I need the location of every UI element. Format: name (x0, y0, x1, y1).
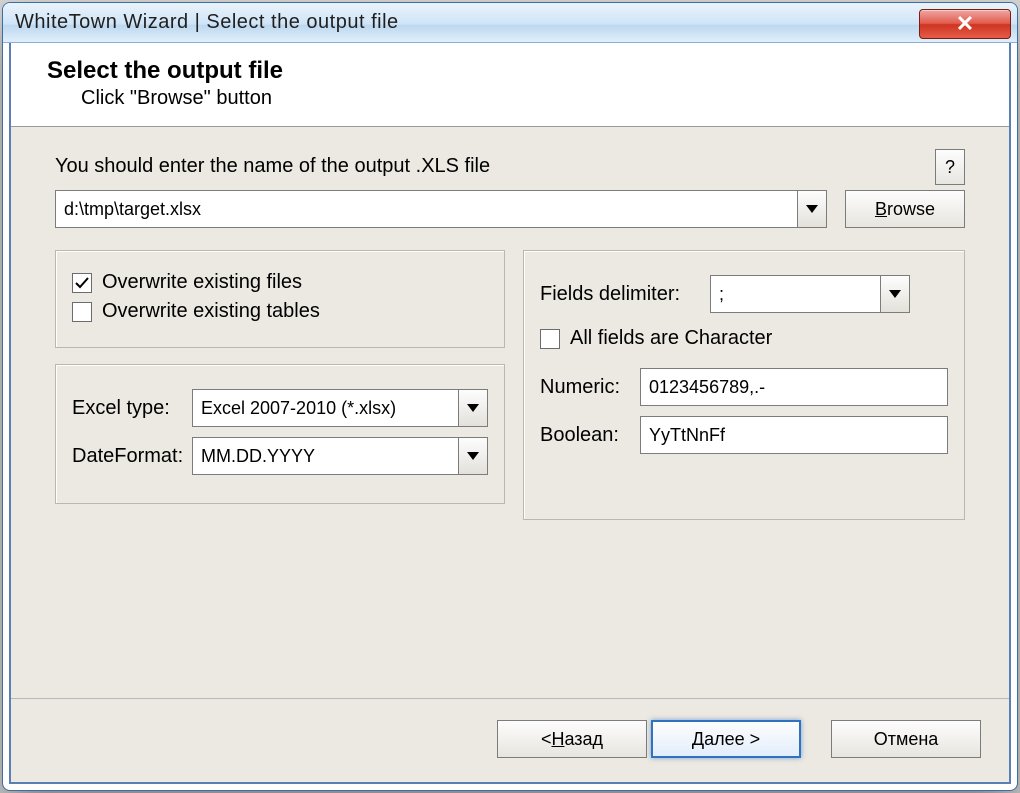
overwrite-files-label: Overwrite existing files (102, 271, 302, 294)
chevron-down-icon (806, 205, 818, 213)
chevron-down-icon (467, 404, 479, 412)
output-path-input[interactable] (55, 190, 797, 228)
delimiter-row: Fields delimiter: ; (540, 275, 948, 313)
all-char-label: All fields are Character (570, 327, 772, 350)
date-format-dropdown[interactable]: MM.DD.YYYY (192, 437, 488, 475)
delimiter-caret[interactable] (880, 275, 910, 313)
overwrite-tables-label: Overwrite existing tables (102, 300, 320, 323)
overwrite-tables-checkbox[interactable] (72, 302, 92, 322)
boolean-row: Boolean: (540, 416, 948, 454)
browse-button[interactable]: Browse (845, 190, 965, 228)
page-heading: Select the output file (47, 57, 981, 85)
overwrite-files-row: Overwrite existing files (72, 271, 488, 294)
wizard-inner: Select the output file Click "Browse" bu… (9, 43, 1011, 784)
excel-type-value: Excel 2007-2010 (*.xlsx) (192, 389, 458, 427)
output-path-dropdown[interactable] (797, 190, 827, 228)
cancel-button[interactable]: Отмена (831, 720, 981, 758)
overwrite-tables-row: Overwrite existing tables (72, 300, 488, 323)
all-char-checkbox[interactable] (540, 329, 560, 349)
titlebar: WhiteTown Wizard | Select the output fil… (3, 3, 1017, 43)
format-group: Excel type: Excel 2007-2010 (*.xlsx) Dat… (55, 364, 505, 504)
fields-group: Fields delimiter: ; (523, 250, 965, 520)
wizard-header: Select the output file Click "Browse" bu… (11, 43, 1009, 127)
close-button[interactable]: ✕ (919, 9, 1011, 39)
date-format-label: DateFormat: (72, 445, 182, 468)
boolean-input[interactable] (640, 416, 948, 454)
overwrite-group: Overwrite existing files Overwrite exist… (55, 250, 505, 348)
left-column: Overwrite existing files Overwrite exist… (55, 250, 505, 520)
boolean-label: Boolean: (540, 424, 630, 447)
numeric-input[interactable] (640, 368, 948, 406)
help-button[interactable]: ? (935, 149, 965, 185)
excel-type-dropdown[interactable]: Excel 2007-2010 (*.xlsx) (192, 389, 488, 427)
options-columns: Overwrite existing files Overwrite exist… (55, 250, 965, 520)
chevron-down-icon (467, 452, 479, 460)
excel-type-label: Excel type: (72, 397, 182, 420)
overwrite-files-checkbox[interactable] (72, 273, 92, 293)
date-format-caret[interactable] (458, 437, 488, 475)
help-icon: ? (945, 157, 955, 178)
delimiter-value: ; (710, 275, 880, 313)
date-format-value: MM.DD.YYYY (192, 437, 458, 475)
output-path-combo (55, 190, 827, 228)
all-char-row: All fields are Character (540, 327, 948, 350)
page-subtitle: Click "Browse" button (81, 87, 981, 110)
delimiter-label: Fields delimiter: (540, 283, 700, 306)
excel-type-row: Excel type: Excel 2007-2010 (*.xlsx) (72, 389, 488, 427)
numeric-label: Numeric: (540, 376, 630, 399)
output-path-row: Browse (55, 190, 965, 228)
next-button[interactable]: Далее > (651, 720, 801, 758)
chevron-down-icon (889, 290, 901, 298)
excel-type-caret[interactable] (458, 389, 488, 427)
right-column: Fields delimiter: ; (523, 250, 965, 520)
window-title: WhiteTown Wizard | Select the output fil… (15, 11, 399, 34)
prompt-text: You should enter the name of the output … (55, 155, 965, 178)
wizard-window: WhiteTown Wizard | Select the output fil… (2, 2, 1018, 791)
wizard-body: You should enter the name of the output … (11, 127, 1009, 698)
back-button[interactable]: < Назад (497, 720, 647, 758)
close-icon: ✕ (956, 13, 974, 35)
numeric-row: Numeric: (540, 368, 948, 406)
date-format-row: DateFormat: MM.DD.YYYY (72, 437, 488, 475)
wizard-footer: < Назад Далее > Отмена (11, 700, 1009, 782)
delimiter-dropdown[interactable]: ; (710, 275, 910, 313)
check-icon (75, 276, 89, 290)
